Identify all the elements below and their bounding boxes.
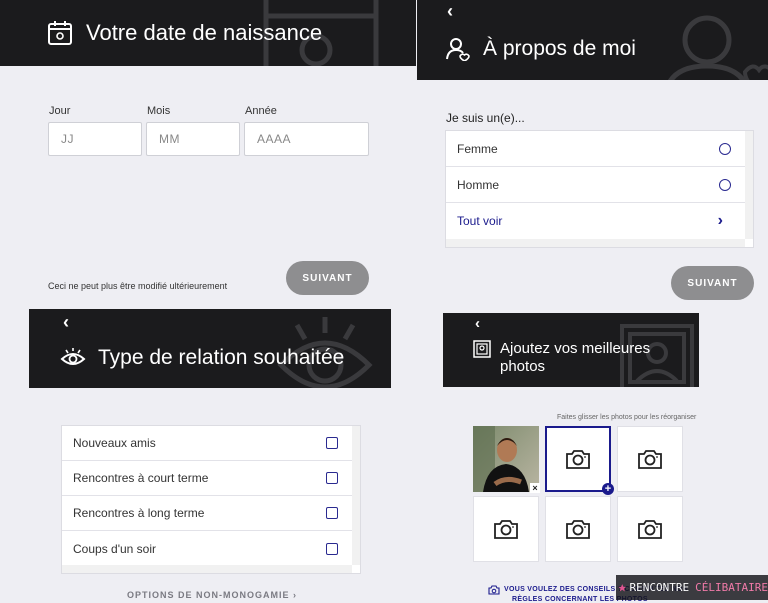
birthdate-header: Votre date de naissance <box>0 0 416 66</box>
star-logo-icon <box>618 583 627 591</box>
picture-icon <box>473 340 491 358</box>
gender-option-label: Homme <box>457 177 500 192</box>
about-title: À propos de moi <box>483 37 636 60</box>
relation-option-court-terme[interactable]: Rencontres à court terme <box>62 461 352 496</box>
relation-option-nouveaux-amis[interactable]: Nouveaux amis <box>62 426 352 461</box>
person-heart-icon <box>446 38 470 61</box>
camera-icon <box>566 450 590 469</box>
photo-slot-1[interactable]: × <box>473 426 540 493</box>
site-watermark: RENCONTRE CÉLIBATAIRE <box>616 575 768 600</box>
checkbox-long-terme[interactable] <box>326 507 338 519</box>
watermark-text-b: CÉLIBATAIRE <box>695 581 768 594</box>
month-label: Mois <box>147 105 171 117</box>
photo-slot-6[interactable] <box>617 496 683 562</box>
year-label: Année <box>245 105 277 117</box>
photos-back-button[interactable]: ‹ <box>475 316 480 331</box>
camera-icon <box>494 520 518 539</box>
see-all-label: Tout voir <box>457 214 503 228</box>
gender-list: Femme Homme Tout voir › <box>445 130 754 248</box>
photos-reorder-hint: Faites glisser les photos pour les réorg… <box>557 414 697 421</box>
birthdate-title: Votre date de naissance <box>86 20 323 45</box>
see-all-link[interactable]: Tout voir › <box>446 203 745 239</box>
gender-option-femme[interactable]: Femme <box>446 131 745 167</box>
horizontal-scrollbar[interactable] <box>446 239 745 247</box>
camera-small-icon <box>488 585 500 595</box>
about-next-button[interactable]: SUIVANT <box>671 266 754 300</box>
photo-slot-5[interactable] <box>545 496 611 562</box>
photo-slot-2[interactable]: + <box>545 426 614 495</box>
add-photo-button[interactable]: + <box>602 483 614 495</box>
photo-slot-3[interactable] <box>617 426 683 492</box>
photos-title-line1: Ajoutez vos meilleures <box>500 340 651 357</box>
radio-femme[interactable] <box>719 142 731 155</box>
remove-photo-button[interactable]: × <box>530 483 540 493</box>
vertical-scrollbar[interactable] <box>352 426 360 565</box>
year-input[interactable] <box>244 122 369 156</box>
relation-option-label: Coups d'un soir <box>73 541 157 556</box>
gender-option-label: Femme <box>457 141 498 156</box>
horizontal-scrollbar[interactable] <box>62 565 352 573</box>
eye-icon <box>60 348 86 365</box>
photo-slot-4[interactable] <box>473 496 539 562</box>
photos-header: ‹ Ajoutez vos meilleures photos <box>443 313 699 387</box>
non-monogamy-options-link[interactable]: OPTIONS DE NON-MONOGAMIE › <box>127 590 297 600</box>
watermark-text-a: RENCONTRE <box>629 581 690 594</box>
vertical-scrollbar[interactable] <box>745 131 753 239</box>
relation-back-button[interactable]: ‹ <box>63 313 69 331</box>
camera-icon <box>638 450 662 469</box>
day-label: Jour <box>49 105 71 117</box>
camera-icon <box>638 520 662 539</box>
relation-list: Nouveaux amis Rencontres à court terme R… <box>61 425 361 574</box>
relation-option-label: Rencontres à long terme <box>73 506 205 520</box>
radio-homme[interactable] <box>719 178 731 191</box>
photos-title-line2: photos <box>500 358 546 375</box>
relation-option-long-terme[interactable]: Rencontres à long terme <box>62 496 352 531</box>
camera-icon <box>566 520 590 539</box>
person-watermark-icon <box>668 15 768 80</box>
relation-option-label: Rencontres à court terme <box>73 471 209 485</box>
checkbox-court-terme[interactable] <box>326 472 338 484</box>
about-header: ‹ À propos de moi <box>417 0 768 80</box>
chevron-right-icon: › <box>717 212 723 229</box>
birthdate-note: Ceci ne peut plus être modifié ultérieur… <box>48 281 228 291</box>
relation-title: Type de relation souhaitée <box>98 346 345 369</box>
relation-option-label: Nouveaux amis <box>73 436 156 450</box>
checkbox-coups-soir[interactable] <box>326 542 338 555</box>
birthdate-next-button[interactable]: SUIVANT <box>286 261 369 295</box>
calendar-icon <box>48 21 72 45</box>
gender-option-homme[interactable]: Homme <box>446 167 745 203</box>
checkbox-nouveaux-amis[interactable] <box>326 437 338 449</box>
month-input[interactable] <box>146 122 240 156</box>
day-input[interactable] <box>48 122 142 156</box>
about-back-button[interactable]: ‹ <box>447 2 453 20</box>
about-question: Je suis un(e)... <box>446 111 525 125</box>
relation-header: ‹ Type de relation souhaitée <box>29 309 391 388</box>
relation-option-coups-soir[interactable]: Coups d'un soir <box>62 531 352 566</box>
